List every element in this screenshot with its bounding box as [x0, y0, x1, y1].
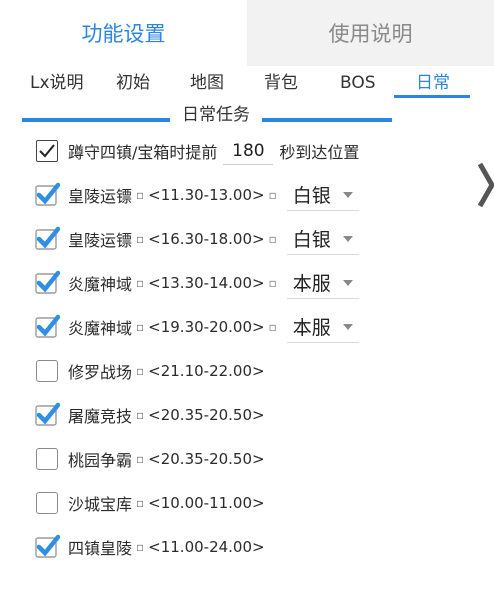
dropdown-arrow-icon [342, 191, 353, 198]
task-name: 炎魔神域 [68, 275, 133, 294]
task-time: <19.30-20.00> [148, 318, 265, 336]
subtab-initial[interactable]: 初始 [116, 72, 150, 98]
chevron-right-icon[interactable] [478, 160, 494, 210]
task-time: <20.35-20.50> [148, 406, 265, 424]
separator-square-icon: ▫ [136, 496, 145, 510]
task-row: 炎魔神域 ▫ <19.30-20.00> ▫ 本服 [35, 312, 359, 343]
task-option-select[interactable]: 白银 [286, 180, 359, 211]
separator-square-icon: ▫ [136, 408, 145, 422]
task-checkbox[interactable] [35, 182, 60, 206]
task-name: 皇陵运镖 [68, 187, 133, 206]
task-checkbox[interactable] [35, 314, 60, 338]
task-option-select[interactable]: 本服 [286, 268, 359, 299]
task-row: 沙城宝库 ▫ <10.00-11.00> [36, 488, 265, 518]
task-row: 修罗战场 ▫ <21.10-22.00> [36, 356, 265, 386]
separator-square-icon: ▫ [268, 320, 277, 334]
advance-seconds-input[interactable]: 180 [223, 138, 274, 165]
task-time: <11.30-13.00> [148, 186, 265, 204]
task-row: 桃园争霸 ▫ <20.35-20.50> [36, 444, 265, 474]
dropdown-arrow-icon [342, 279, 353, 286]
task-time: <16.30-18.00> [148, 230, 265, 248]
task-row: 皇陵运镖 ▫ <11.30-13.00> ▫ 白银 [35, 180, 359, 211]
select-value: 本服 [292, 317, 331, 339]
guard-suffix-label: 秒到达位置 [279, 143, 360, 162]
tab-usage-instructions[interactable]: 使用说明 [247, 0, 494, 66]
subtab-bag[interactable]: 背包 [264, 72, 298, 98]
task-row: 四镇皇陵 ▫ <11.00-24.00> [35, 532, 265, 562]
separator-square-icon: ▫ [136, 276, 145, 290]
section-divider-right [262, 118, 392, 122]
separator-square-icon: ▫ [136, 188, 145, 202]
task-name: 沙城宝库 [68, 495, 133, 514]
task-option-select[interactable]: 白银 [286, 224, 359, 255]
active-subtab-indicator [394, 95, 470, 98]
dropdown-arrow-icon [342, 323, 353, 330]
separator-square-icon: ▫ [136, 540, 145, 554]
top-tab-bar: 功能设置 使用说明 [0, 0, 494, 66]
separator-square-icon: ▫ [268, 188, 277, 202]
check-icon [35, 182, 60, 206]
dropdown-arrow-icon [342, 235, 353, 242]
task-name: 修罗战场 [68, 363, 133, 382]
check-icon [35, 226, 60, 250]
task-checkbox[interactable] [36, 360, 58, 382]
task-checkbox[interactable] [36, 448, 58, 470]
guard-checkbox[interactable] [36, 140, 58, 162]
task-checkbox[interactable] [36, 492, 58, 514]
check-icon [35, 270, 60, 294]
section-title: 日常任务 [170, 104, 262, 126]
separator-square-icon: ▫ [136, 232, 145, 246]
task-row: 屠魔竞技 ▫ <20.35-20.50> [35, 400, 265, 430]
subtab-map[interactable]: 地图 [190, 72, 224, 98]
task-checkbox[interactable] [35, 226, 60, 250]
separator-square-icon: ▫ [136, 320, 145, 334]
task-checkbox[interactable] [35, 534, 60, 558]
task-row: 皇陵运镖 ▫ <16.30-18.00> ▫ 白银 [35, 224, 359, 255]
task-time: <21.10-22.00> [148, 362, 265, 380]
task-time: <20.35-20.50> [148, 450, 265, 468]
tab-feature-settings[interactable]: 功能设置 [0, 0, 247, 66]
task-name: 炎魔神域 [68, 319, 133, 338]
guard-prefix-label: 蹲守四镇/宝箱时提前 [68, 143, 218, 162]
task-name: 屠魔竞技 [68, 407, 133, 426]
check-icon [39, 144, 55, 158]
task-name: 桃园争霸 [68, 451, 133, 470]
task-checkbox[interactable] [35, 402, 60, 426]
select-value: 白银 [292, 229, 331, 251]
guard-settings-row: 蹲守四镇/宝箱时提前 180 秒到达位置 [36, 136, 359, 166]
select-value: 白银 [292, 185, 331, 207]
task-time: <11.00-24.00> [148, 538, 265, 556]
separator-square-icon: ▫ [268, 232, 277, 246]
separator-square-icon: ▫ [136, 364, 145, 378]
task-name: 四镇皇陵 [68, 539, 133, 558]
check-icon [35, 402, 60, 426]
select-value: 本服 [292, 273, 331, 295]
check-icon [35, 534, 60, 558]
section-divider-left [22, 118, 170, 122]
task-checkbox[interactable] [35, 270, 60, 294]
subtab-boss[interactable]: BOS [340, 72, 376, 98]
task-row: 炎魔神域 ▫ <13.30-14.00> ▫ 本服 [35, 268, 359, 299]
task-name: 皇陵运镖 [68, 231, 133, 250]
task-option-select[interactable]: 本服 [286, 312, 359, 343]
check-icon [35, 314, 60, 338]
subtab-lx[interactable]: Lx说明 [30, 72, 84, 98]
task-time: <13.30-14.00> [148, 274, 265, 292]
task-time: <10.00-11.00> [148, 494, 265, 512]
separator-square-icon: ▫ [136, 452, 145, 466]
separator-square-icon: ▫ [268, 276, 277, 290]
